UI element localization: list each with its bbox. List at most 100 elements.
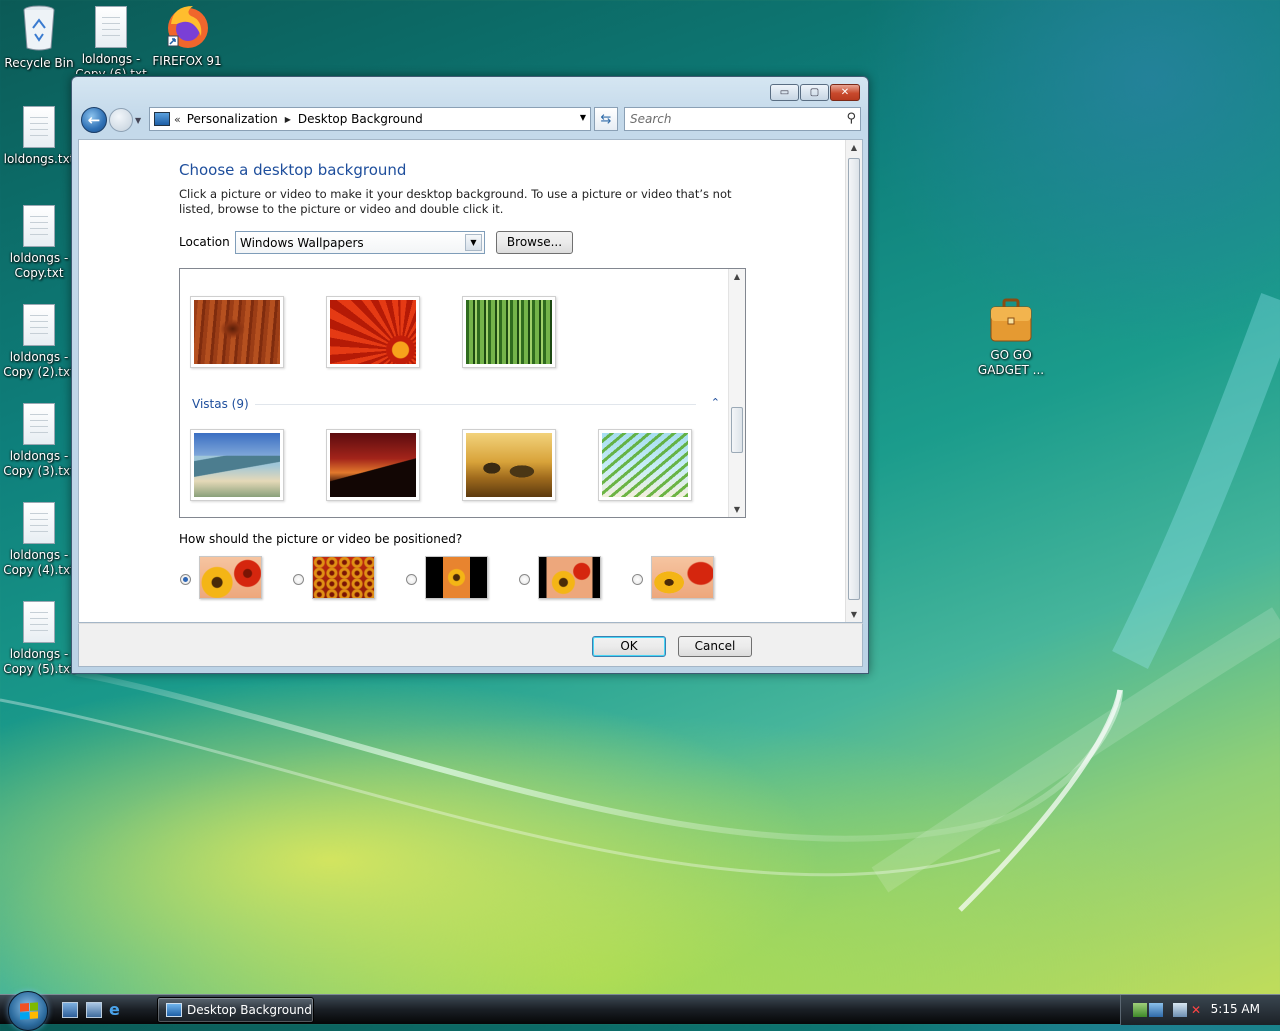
wood-wallpaper: [194, 300, 280, 364]
network-icon[interactable]: [1173, 1003, 1187, 1017]
breadcrumb-personalization[interactable]: Personalization: [187, 112, 278, 126]
palm-leaf-wallpaper: [602, 433, 688, 497]
wallpaper-thumb-wood[interactable]: [190, 296, 284, 368]
address-dropdown-icon[interactable]: ▼: [580, 113, 586, 122]
content-pane: Choose a desktop background Click a pict…: [78, 139, 863, 623]
text-file-icon: [95, 6, 127, 48]
location-select[interactable]: Windows Wallpapers ▼: [235, 231, 485, 254]
ok-button[interactable]: OK: [592, 636, 666, 657]
dusk-silhouette-wallpaper: [330, 433, 416, 497]
position-fit-preview: [199, 556, 262, 599]
search-placeholder: Search: [630, 112, 672, 126]
desktop-icon-text-file[interactable]: loldongs.txt: [0, 106, 78, 167]
search-icon[interactable]: ⚲: [846, 111, 856, 126]
search-input[interactable]: Search ⚲: [624, 107, 861, 131]
sidebar-tray-icon[interactable]: [1133, 1003, 1147, 1017]
chevron-down-icon[interactable]: ▼: [465, 234, 482, 251]
mountain-river-wallpaper: [194, 433, 280, 497]
switch-windows-icon[interactable]: [86, 1002, 102, 1018]
radio-fit[interactable]: [180, 574, 191, 585]
wallpaper-gallery: Vistas (9) ⌃ ▲ ▼: [179, 268, 746, 518]
gallery-group-header[interactable]: Vistas (9) ⌃: [192, 396, 720, 411]
radio-stretch[interactable]: [632, 574, 643, 585]
forward-button[interactable]: [109, 108, 133, 132]
scrollbar-thumb[interactable]: [848, 158, 860, 600]
desktop-icon-label: loldongs - Copy (4).txt: [3, 548, 75, 577]
location-label: Location: [179, 235, 230, 249]
desktop-icon-firefox[interactable]: FIREFOX 91: [148, 2, 226, 69]
show-desktop-icon[interactable]: [62, 1002, 78, 1018]
content-scrollbar[interactable]: ▲ ▼: [845, 140, 862, 622]
position-question: How should the picture or video be posit…: [179, 532, 463, 546]
wallpaper-thumb-bamboo[interactable]: [462, 296, 556, 368]
scroll-up-icon[interactable]: ▲: [729, 272, 745, 281]
cancel-button[interactable]: Cancel: [678, 636, 752, 657]
desktop-icon-label: loldongs - Copy (3).txt: [3, 449, 75, 478]
golden-rocks-wallpaper: [466, 433, 552, 497]
minimize-button[interactable]: ▭: [770, 84, 799, 101]
desktop-icon-label: loldongs - Copy.txt: [9, 251, 69, 280]
desktop-icon-text-file[interactable]: loldongs - Copy (5).txt: [0, 601, 78, 677]
start-button[interactable]: [8, 991, 48, 1031]
scroll-down-icon[interactable]: ▼: [729, 505, 745, 514]
scroll-up-icon[interactable]: ▲: [846, 143, 862, 152]
position-center-preview: [425, 556, 488, 599]
notification-area: ✕ 5:15 AM: [1120, 995, 1280, 1025]
wallpaper-thumb-palm-leaf[interactable]: [598, 429, 692, 501]
desktop-icon-text-file[interactable]: loldongs - Copy (3).txt: [0, 403, 78, 479]
internet-explorer-icon[interactable]: e: [109, 1002, 125, 1018]
wallpaper-thumb-golden-rocks[interactable]: [462, 429, 556, 501]
position-letterbox-preview: [538, 556, 601, 599]
breadcrumb-arrow-icon[interactable]: ▶: [285, 115, 291, 124]
refresh-button[interactable]: ⇆: [594, 107, 618, 131]
page-title: Choose a desktop background: [179, 161, 407, 179]
gallery-scrollbar[interactable]: ▲ ▼: [728, 269, 745, 517]
radio-fit-letterbox[interactable]: [519, 574, 530, 585]
desktop-icon-label: loldongs - Copy (5).txt: [3, 647, 75, 676]
radio-center[interactable]: [406, 574, 417, 585]
volume-muted-icon[interactable]: ✕: [1191, 1003, 1205, 1017]
clock[interactable]: 5:15 AM: [1211, 1002, 1260, 1016]
page-description: Click a picture or video to make it your…: [179, 187, 732, 216]
position-tile-preview: [312, 556, 375, 599]
wallpaper-thumb-dusk[interactable]: [326, 429, 420, 501]
maximize-button[interactable]: ▢: [800, 84, 829, 101]
red-flower-wallpaper: [330, 300, 416, 364]
scrollbar-thumb[interactable]: [731, 407, 743, 453]
taskbar-button-label: Desktop Background: [187, 1003, 312, 1017]
bamboo-wallpaper: [466, 300, 552, 364]
text-file-icon: [23, 502, 55, 544]
desktop-icon-label: FIREFOX 91: [152, 54, 222, 68]
window-caption-buttons: ▭ ▢ ✕: [769, 84, 860, 101]
wallpaper-thumb-red-flower[interactable]: [326, 296, 420, 368]
group-label: Vistas (9): [192, 397, 255, 411]
recent-pages-dropdown-icon[interactable]: ▼: [135, 116, 141, 125]
scroll-down-icon[interactable]: ▼: [846, 610, 862, 619]
desktop-icon-text-file[interactable]: loldongs - Copy.txt: [0, 205, 78, 281]
recycle-bin-icon: [23, 5, 55, 51]
tray-app-icon[interactable]: [1149, 1003, 1163, 1017]
browse-button[interactable]: Browse...: [496, 231, 573, 254]
text-file-icon: [23, 106, 55, 148]
briefcase-icon: [990, 298, 1032, 342]
desktop-icon-text-file[interactable]: loldongs - Copy (2).txt: [0, 304, 78, 380]
control-panel-icon: [166, 1003, 182, 1017]
breadcrumb-desktop-background[interactable]: Desktop Background: [298, 112, 423, 126]
desktop-icon-text-file[interactable]: loldongs - Copy (4).txt: [0, 502, 78, 578]
close-button[interactable]: ✕: [830, 84, 860, 101]
control-panel-icon: [154, 112, 170, 126]
wallpaper-thumb-mountain-river[interactable]: [190, 429, 284, 501]
navigation-bar: ← ▼ « Personalization ▶ Desktop Backgrou…: [80, 107, 861, 133]
radio-tile[interactable]: [293, 574, 304, 585]
desktop-icon-recycle-bin[interactable]: Recycle Bin: [0, 4, 78, 71]
position-stretch-preview: [651, 556, 714, 599]
taskbar-button-desktop-background[interactable]: Desktop Background: [157, 997, 314, 1023]
address-bar[interactable]: « Personalization ▶ Desktop Background ▼: [149, 107, 591, 131]
windows-logo-icon: [20, 1002, 38, 1020]
desktop-icon-gadget[interactable]: GO GO GADGET ...: [972, 298, 1050, 378]
text-file-icon: [23, 601, 55, 643]
desktop-icon-text-file[interactable]: loldongs - Copy (6).txt: [72, 6, 150, 74]
collapse-group-icon[interactable]: ⌃: [711, 396, 720, 409]
back-button[interactable]: ←: [81, 107, 107, 133]
breadcrumb-overflow[interactable]: «: [174, 113, 181, 126]
